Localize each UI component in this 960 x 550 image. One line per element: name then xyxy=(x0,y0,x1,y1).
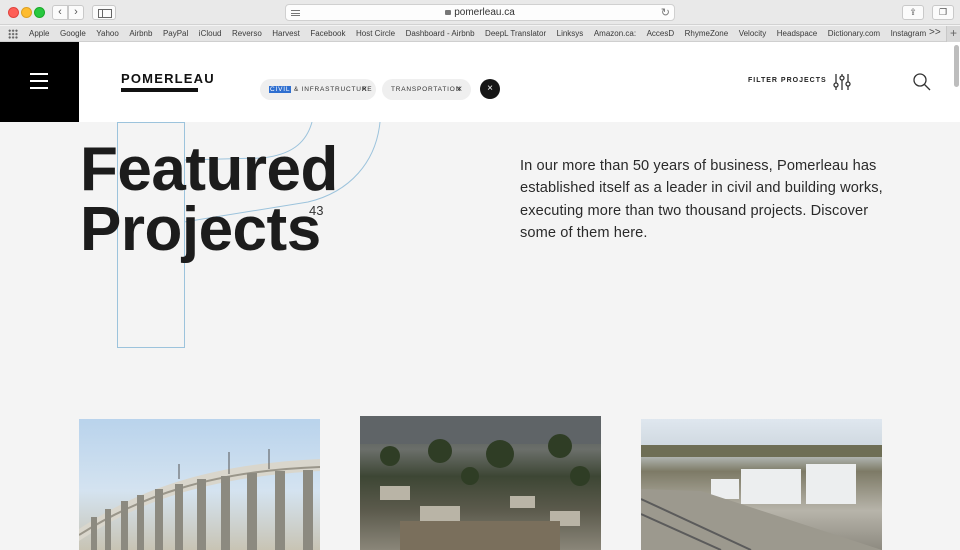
chip-label: & INFRASTRUCTURE xyxy=(291,86,373,93)
clear-filters-button[interactable]: × xyxy=(480,79,500,99)
hamburger-icon xyxy=(30,73,48,75)
bookmark-item[interactable]: Facebook xyxy=(310,28,345,39)
project-card[interactable] xyxy=(360,416,601,550)
chip-label: TRANSPORTATION xyxy=(391,86,462,93)
url-text: pomerleau.ca xyxy=(454,7,515,18)
transit-station-photo xyxy=(641,445,882,550)
bookmark-item[interactable]: Instagram xyxy=(891,28,927,39)
bookmark-item[interactable]: Reverso xyxy=(232,28,262,39)
site-header: POMERLEAU CIVIL & INFRASTRUCTURE × TRANS… xyxy=(0,42,960,122)
bookmark-list: Apple Google Yahoo Airbnb PayPal iCloud Revers… xyxy=(29,28,937,39)
bookmark-item[interactable]: DeepL Translator xyxy=(485,28,546,39)
zoom-window-button[interactable] xyxy=(34,7,45,18)
bookmarks-bar: Apple Google Yahoo Airbnb PayPal iCloud Revers… xyxy=(0,26,960,42)
bookmark-item[interactable]: Apple xyxy=(29,28,49,39)
aerial-site-photo xyxy=(360,416,601,550)
show-tabs-button[interactable]: ❐ xyxy=(932,5,954,20)
new-tab-button[interactable]: + xyxy=(946,26,960,42)
address-bar[interactable]: pomerleau.ca ↻ xyxy=(285,4,675,21)
reload-icon[interactable]: ↻ xyxy=(661,6,670,19)
bookmark-item[interactable]: RhymeZone xyxy=(685,28,729,39)
menu-button[interactable] xyxy=(0,42,79,122)
bookmark-item[interactable]: Velocity xyxy=(739,28,767,39)
bookmark-item[interactable]: Amazon.ca: xyxy=(594,28,636,39)
chip-highlight-text: CIVIL xyxy=(269,86,292,93)
lock-icon xyxy=(445,10,452,15)
site-logo[interactable]: POMERLEAU xyxy=(121,71,215,92)
intro-paragraph: In our more than 50 years of business, P… xyxy=(520,158,883,242)
sidebar-toggle-button[interactable] xyxy=(92,5,116,20)
bookmark-item[interactable]: iCloud xyxy=(199,28,222,39)
project-card[interactable] xyxy=(641,419,882,550)
bookmark-item[interactable]: PayPal xyxy=(163,28,188,39)
remove-filter-icon[interactable]: × xyxy=(361,79,368,100)
remove-filter-icon[interactable]: × xyxy=(456,79,463,100)
filter-chip-transportation[interactable]: TRANSPORTATION × xyxy=(382,79,471,100)
hamburger-icon xyxy=(30,87,48,89)
bridge-photo xyxy=(79,449,320,550)
filter-chip-civil[interactable]: CIVIL & INFRASTRUCTURE × xyxy=(260,79,376,100)
project-card[interactable] xyxy=(79,419,320,550)
project-count: 43 xyxy=(309,203,324,218)
share-button[interactable]: ⇪ xyxy=(902,5,924,20)
bookmark-item[interactable]: Google xyxy=(60,28,86,39)
logo-underline xyxy=(121,88,198,92)
page-title-line-1: Featured xyxy=(80,135,338,204)
apps-grid-icon[interactable] xyxy=(8,29,18,39)
bookmark-item[interactable]: AccesD xyxy=(647,28,675,39)
minimize-window-button[interactable] xyxy=(21,7,32,18)
logo-text: POMERLEAU xyxy=(121,71,215,86)
bookmark-item[interactable]: Harvest xyxy=(272,28,300,39)
page-title-line-2: Projects xyxy=(80,195,321,264)
hamburger-icon xyxy=(30,80,48,82)
back-button[interactable]: ‹ xyxy=(52,5,68,20)
close-window-button[interactable] xyxy=(8,7,19,18)
sliders-icon[interactable] xyxy=(832,72,852,97)
bookmark-item[interactable]: Linksys xyxy=(557,28,584,39)
bookmark-item[interactable]: Yahoo xyxy=(96,28,119,39)
forward-button[interactable]: › xyxy=(68,5,84,20)
bookmark-item[interactable]: Dictionary.com xyxy=(828,28,880,39)
bookmark-item[interactable]: Airbnb xyxy=(129,28,152,39)
bookmark-item[interactable]: Host Circle xyxy=(356,28,395,39)
bookmark-item[interactable]: Dashboard - Airbnb xyxy=(406,28,475,39)
bookmark-item[interactable]: Headspace xyxy=(777,28,817,39)
browser-titlebar: ‹ › pomerleau.ca ↻ ⇪ ❐ xyxy=(0,0,960,25)
page-scrollbar[interactable] xyxy=(954,45,959,87)
search-icon[interactable] xyxy=(912,72,932,97)
page-title: Featured Projects xyxy=(80,135,338,264)
filter-projects-link[interactable]: FILTER PROJECTS xyxy=(748,77,827,84)
more-bookmarks-button[interactable]: >> xyxy=(929,27,941,38)
